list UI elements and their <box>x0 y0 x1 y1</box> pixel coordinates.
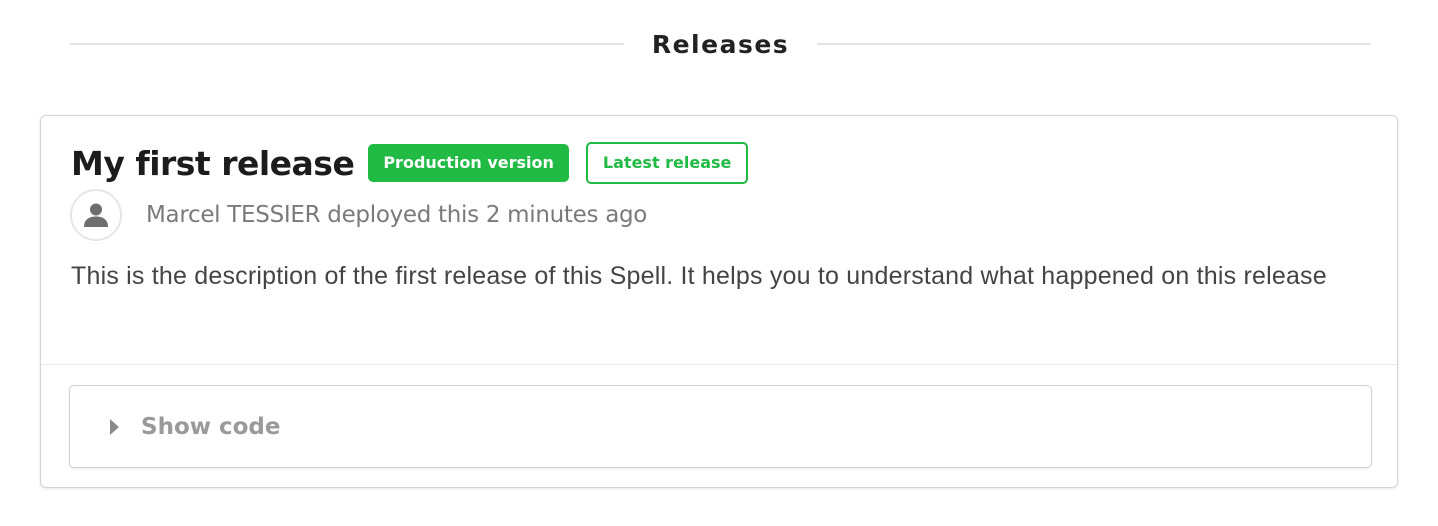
section-title: Releases <box>651 29 790 59</box>
release-card: My first release Production version Late… <box>40 115 1398 488</box>
user-icon <box>84 203 108 227</box>
show-code-toggle[interactable]: Show code <box>69 385 1372 468</box>
caret-right-icon <box>110 418 119 435</box>
show-code-label: Show code <box>141 413 281 440</box>
deployed-by-text: Marcel TESSIER deployed this 2 minutes a… <box>146 202 648 228</box>
section-divider-right <box>817 43 1372 45</box>
release-title: My first release <box>71 143 355 183</box>
card-divider <box>41 364 1397 365</box>
release-meta: Marcel TESSIER deployed this 2 minutes a… <box>70 188 647 242</box>
latest-release-badge: Latest release <box>585 142 749 184</box>
release-header: My first release Production version Late… <box>71 142 1367 184</box>
releases-section-header: Releases <box>70 18 1372 70</box>
production-version-badge: Production version <box>368 144 569 182</box>
avatar <box>70 189 122 241</box>
section-divider-left <box>70 43 624 45</box>
release-description: This is the description of the first rel… <box>71 262 1327 290</box>
